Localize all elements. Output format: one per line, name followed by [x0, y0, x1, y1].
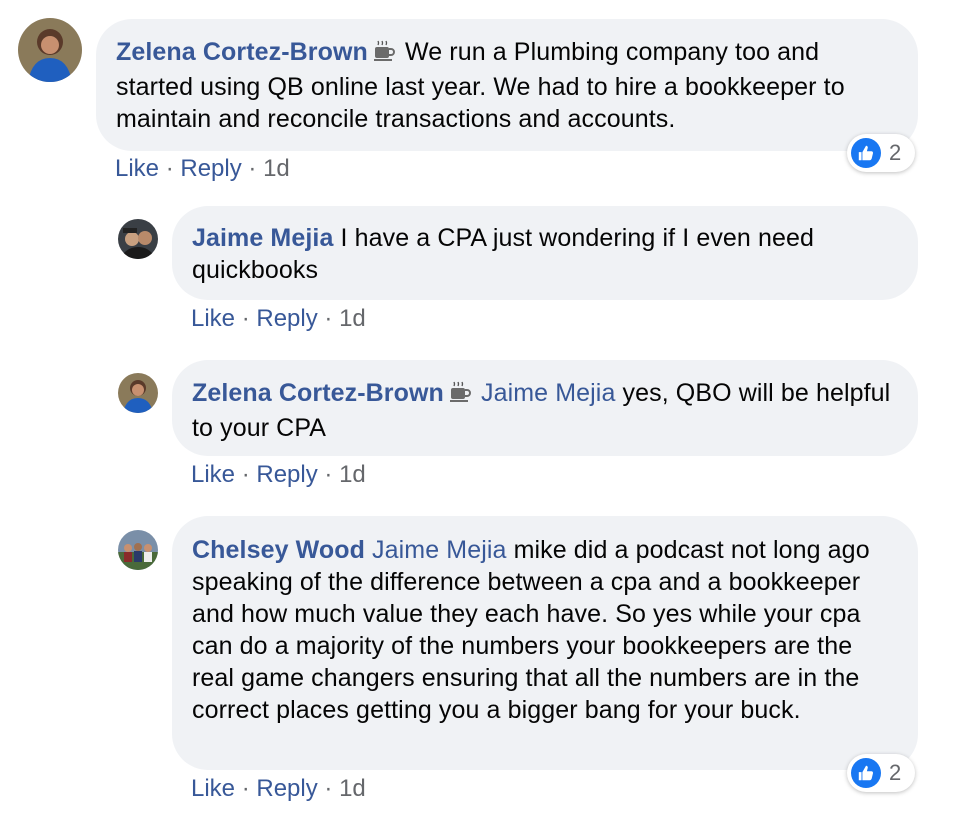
timestamp[interactable]: 1d	[339, 461, 366, 488]
like-button[interactable]: Like	[115, 155, 159, 182]
separator: ·	[324, 305, 333, 332]
timestamp[interactable]: 1d	[263, 155, 290, 182]
reaction-number: 2	[889, 760, 902, 785]
reply-button[interactable]: Reply	[256, 305, 317, 332]
like-button[interactable]: Like	[191, 775, 235, 802]
like-button[interactable]: Like	[191, 305, 235, 332]
avatar[interactable]	[18, 18, 82, 82]
separator: ·	[248, 155, 257, 182]
separator: ·	[241, 305, 250, 332]
timestamp[interactable]: 1d	[339, 775, 366, 802]
coffee-cup-icon	[448, 380, 472, 412]
reaction-count[interactable]: 2	[847, 134, 915, 172]
separator: ·	[324, 775, 333, 802]
mention-link[interactable]: Jaime Mejia	[481, 379, 615, 407]
timestamp[interactable]: 1d	[339, 305, 366, 332]
avatar[interactable]	[118, 373, 158, 413]
comment-author[interactable]: Chelsey Wood	[192, 536, 365, 564]
coffee-cup-icon	[372, 39, 396, 71]
reply-button[interactable]: Reply	[256, 775, 317, 802]
comment-bubble: Chelsey Wood Jaime Mejia mike did a podc…	[172, 516, 918, 770]
comment-text: mike did a podcast not long ago speaking…	[192, 536, 870, 724]
reply-button[interactable]: Reply	[256, 461, 317, 488]
comment-bubble: Jaime Mejia I have a CPA just wondering …	[172, 206, 918, 300]
avatar[interactable]	[118, 219, 158, 259]
comment-bubble: Zelena Cortez-Brown Jaime Mejia yes, QBO…	[172, 360, 918, 456]
reaction-count[interactable]: 2	[847, 754, 915, 792]
avatar[interactable]	[118, 530, 158, 570]
comment-author[interactable]: Jaime Mejia	[192, 224, 333, 252]
separator: ·	[241, 775, 250, 802]
like-thumb-icon	[851, 138, 881, 168]
like-button[interactable]: Like	[191, 461, 235, 488]
reaction-number: 2	[889, 140, 902, 165]
comment-actions: Like · Reply · 1d	[191, 461, 366, 489]
like-thumb-icon	[851, 758, 881, 788]
comment-author[interactable]: Zelena Cortez-Brown	[116, 38, 368, 66]
comment-actions: Like · Reply · 1d	[191, 775, 366, 803]
separator: ·	[165, 155, 174, 182]
comment-author[interactable]: Zelena Cortez-Brown	[192, 379, 444, 407]
comment-actions: Like · Reply · 1d	[115, 155, 290, 183]
mention-link[interactable]: Jaime Mejia	[372, 536, 506, 564]
separator: ·	[324, 461, 333, 488]
comment-actions: Like · Reply · 1d	[191, 305, 366, 333]
comment-bubble: Zelena Cortez-Brown We run a Plumbing co…	[96, 19, 918, 151]
reply-button[interactable]: Reply	[180, 155, 241, 182]
separator: ·	[241, 461, 250, 488]
